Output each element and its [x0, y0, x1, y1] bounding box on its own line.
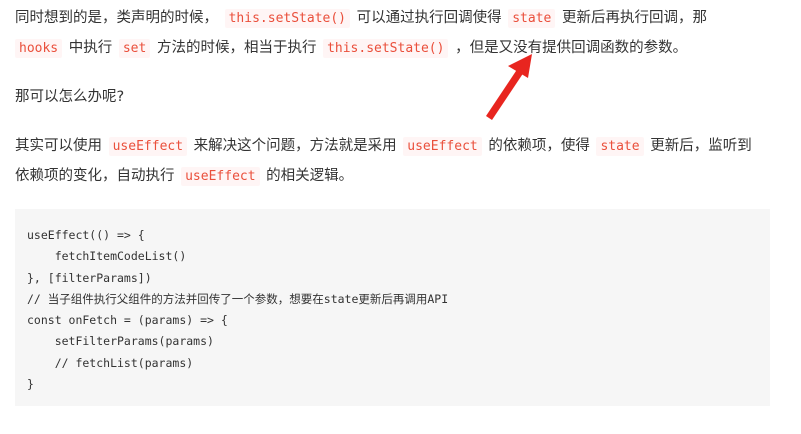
- text-segment: 来解决这个问题，方法就是采用: [193, 138, 397, 154]
- text-segment: 方法的时候，相当于执行: [156, 40, 317, 56]
- code-comment-line: // 当子组件执行父组件的方法并回传了一个参数，想要在state更新后再调用AP…: [27, 291, 449, 306]
- inline-code: set: [118, 39, 151, 58]
- text-segment: 中执行: [68, 40, 113, 56]
- code-line: useEffect(() => {: [27, 228, 145, 242]
- inline-code: useEffect: [403, 137, 482, 156]
- paragraph-3: 其实可以使用 useEffect 来解决这个问题，方法就是采用 useEffec…: [15, 131, 752, 191]
- arrow-shaft: [486, 68, 524, 120]
- text-segment: 更新后再执行回调，那: [561, 10, 707, 26]
- paragraph-3-line-1: 其实可以使用 useEffect 来解决这个问题，方法就是采用 useEffec…: [15, 131, 752, 161]
- code-line: const onFetch = (params) => {: [27, 313, 228, 328]
- text-segment: 同时想到的是，类声明的时候，: [15, 10, 218, 26]
- code-line: }: [27, 377, 34, 392]
- paragraph-3-line-2: 依赖项的变化，自动执行 useEffect 的相关逻辑。: [15, 161, 752, 191]
- code-line: fetchItemCodeList(): [27, 249, 187, 264]
- code-block: useEffect(() => { fetchItemCodeList() },…: [15, 209, 770, 406]
- inline-code: useEffect: [108, 137, 188, 156]
- inline-code: this.setState(): [323, 39, 449, 58]
- inline-code: hooks: [15, 39, 63, 58]
- inline-code: useEffect: [181, 167, 260, 186]
- paragraph-1: 同时想到的是，类声明的时候， this.setState() 可以通过执行回调使…: [15, 3, 707, 63]
- text-segment: 可以通过执行回调使得: [356, 10, 502, 26]
- paragraph-1-line-2: hooks 中执行 set 方法的时候，相当于执行 this.setState(…: [15, 33, 707, 63]
- question-text: 那可以怎么办呢?: [15, 89, 125, 105]
- red-arrow-icon: [486, 54, 532, 120]
- text-segment: 其实可以使用: [15, 138, 102, 154]
- text-segment: 依赖项的变化，自动执行: [15, 168, 175, 184]
- text-segment: 更新后，监听到: [650, 138, 752, 154]
- text-segment: 的相关逻辑。: [266, 168, 354, 184]
- paragraph-2: 那可以怎么办呢?: [15, 82, 124, 112]
- text-segment: 的依赖项，使得: [488, 138, 590, 154]
- inline-code: this.setState(): [224, 9, 351, 28]
- inline-code: state: [508, 9, 556, 28]
- paragraph-1-line-1: 同时想到的是，类声明的时候， this.setState() 可以通过执行回调使…: [15, 3, 707, 33]
- code-line: }, [filterParams]): [27, 270, 152, 285]
- code-line: // fetchList(params): [27, 355, 194, 370]
- code-line: setFilterParams(params): [27, 334, 214, 349]
- inline-code: state: [596, 137, 644, 156]
